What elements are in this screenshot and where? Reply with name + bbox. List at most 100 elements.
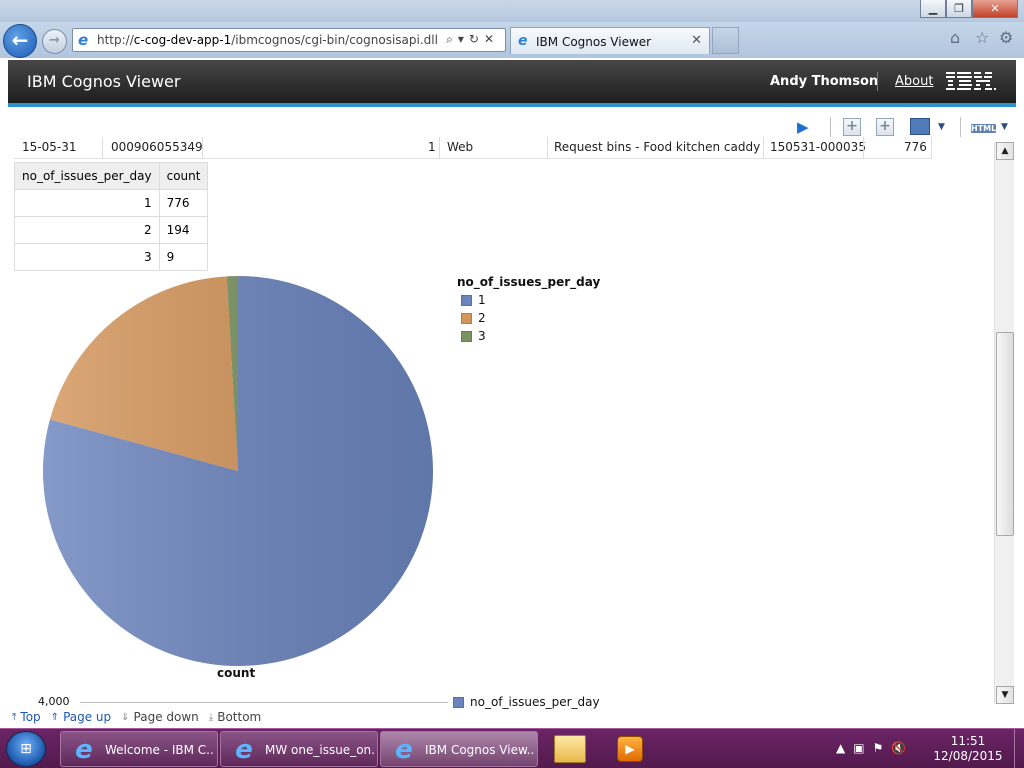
gear-icon[interactable]: ⚙ — [999, 28, 1013, 47]
browser-tab[interactable]: e IBM Cognos Viewer ✕ — [510, 27, 710, 54]
scroll-down-icon[interactable]: ▼ — [996, 686, 1014, 704]
ie-tab-icon: e — [518, 33, 528, 49]
chart-axis-line — [80, 702, 448, 703]
back-arrow-icon[interactable]: ← — [3, 24, 37, 58]
cell-divider — [863, 137, 864, 159]
windows-taskbar: ⊞ e Welcome - IBM C... e MW one_issue_on… — [0, 728, 1024, 768]
legend-item: 1 — [457, 291, 600, 309]
vertical-scrollbar[interactable]: ▲ ▼ — [994, 142, 1014, 704]
count-cell: 9 — [158, 243, 209, 271]
cell-divider — [102, 137, 103, 159]
url-scheme: http:// — [97, 33, 134, 47]
header-divider — [877, 72, 878, 91]
pie-chart — [43, 276, 434, 666]
stop-icon[interactable]: ✕ — [484, 32, 499, 46]
address-bar[interactable]: e http://c-cog-dev-app-1/ibmcognos/cgi-b… — [72, 28, 506, 52]
folder-icon[interactable] — [554, 735, 586, 763]
taskbar-item-label: MW one_issue_on... — [265, 743, 375, 757]
page-up-link[interactable]: ⇑ Page up — [51, 710, 111, 724]
legend-title: no_of_issues_per_day — [457, 275, 601, 289]
window-controls: ▁ ❐ ✕ — [920, 0, 1018, 18]
crosstab-header-row: no_of_issues_per_day count — [14, 162, 209, 190]
action-center-icon[interactable]: ⚑ — [873, 741, 892, 755]
url-host: c-cog-dev-app-1 — [133, 33, 232, 47]
top-label: Top — [20, 710, 41, 724]
bottom-label: Bottom — [217, 710, 262, 724]
page-down-link[interactable]: ⇓ Page down — [121, 710, 199, 724]
ie-icon: e — [235, 735, 253, 765]
issues-cell: 1 — [14, 189, 160, 217]
about-link[interactable]: About — [895, 74, 933, 89]
minimize-button[interactable]: ▁ — [920, 0, 946, 18]
taskbar-item[interactable]: e Welcome - IBM C... — [60, 731, 218, 767]
first-page-icon: ⤒ — [12, 711, 17, 723]
row-request: Request bins - Food kitchen caddy — [554, 140, 761, 154]
html-format-icon[interactable]: HTML — [971, 118, 997, 136]
home-icon[interactable]: ⌂ — [950, 28, 960, 47]
legend-swatch — [461, 312, 472, 324]
taskbar-item[interactable]: e IBM Cognos View... — [380, 731, 538, 767]
issues-cell: 3 — [14, 243, 160, 271]
start-button[interactable]: ⊞ — [6, 731, 46, 767]
taskbar-item[interactable]: e MW one_issue_on... — [220, 731, 378, 767]
tray-expand-icon[interactable]: ▲ — [836, 741, 853, 755]
show-desktop-button[interactable] — [1014, 729, 1024, 768]
chevron-down-icon[interactable]: ▼ — [938, 118, 945, 136]
clock-date: 12/08/2015 — [933, 749, 1003, 763]
row-id: 000906055349 — [111, 140, 203, 154]
cell-divider — [547, 137, 548, 159]
toolbar-divider — [830, 117, 831, 137]
table-row: 2 194 — [14, 216, 209, 244]
top-link[interactable]: ⤒ Top — [12, 710, 41, 724]
column-header: no_of_issues_per_day — [14, 162, 160, 190]
column-header: count — [158, 162, 209, 190]
app-title: IBM Cognos Viewer — [27, 72, 181, 91]
chevron-down-icon[interactable]: ▼ — [1001, 118, 1008, 136]
list-row: 15-05-31 000906055349 1 Web Request bins… — [14, 137, 932, 159]
clock-time: 11:51 — [950, 734, 986, 748]
issues-cell: 2 — [14, 216, 160, 244]
user-name: Andy Thomson — [770, 74, 879, 89]
cognos-header: IBM Cognos Viewer Andy Thomson About — [8, 60, 1016, 103]
system-clock[interactable]: 11:51 12/08/2015 — [932, 734, 1004, 764]
ie-page-icon: e — [78, 31, 89, 49]
new-tab-button[interactable] — [712, 27, 739, 54]
browser-navbar: ← → e http://c-cog-dev-app-1/ibmcognos/c… — [0, 22, 1024, 58]
add-to-portal-icon[interactable]: + — [843, 118, 861, 136]
network-icon[interactable]: ▣ — [853, 741, 872, 755]
legend-swatch — [461, 294, 472, 306]
report-pager: ⤒ Top ⇑ Page up ⇓ Page down ⤓ Bottom — [12, 707, 992, 727]
legend-swatch — [453, 696, 464, 708]
volume-icon[interactable]: 🔇 — [891, 741, 914, 755]
bottom-link[interactable]: ⤓ Bottom — [209, 710, 261, 724]
cell-divider — [202, 137, 203, 159]
taskbar-item-label: Welcome - IBM C... — [105, 743, 215, 757]
search-icon[interactable]: ⌕ — [446, 32, 458, 46]
star-icon[interactable]: ☆ — [975, 28, 989, 47]
ie-icon: e — [75, 735, 93, 765]
maximize-button[interactable]: ❐ — [946, 0, 972, 18]
scroll-up-icon[interactable]: ▲ — [996, 142, 1014, 160]
table-row: 1 776 — [14, 189, 209, 217]
close-window-button[interactable]: ✕ — [972, 0, 1018, 18]
legend-swatch — [461, 330, 472, 342]
forward-arrow-icon[interactable]: → — [42, 29, 67, 54]
row-count: 1 — [428, 140, 436, 154]
media-player-icon[interactable]: ▶ — [617, 736, 643, 762]
chart-view-icon[interactable] — [910, 118, 930, 135]
address-url[interactable]: http://c-cog-dev-app-1/ibmcognos/cgi-bin… — [97, 33, 438, 47]
count-cell: 194 — [158, 216, 209, 244]
refresh-icon[interactable]: ↻ — [469, 32, 484, 46]
add-view-icon[interactable]: + — [876, 118, 894, 136]
legend-label: 1 — [478, 293, 486, 307]
last-page-icon: ⤓ — [208, 711, 214, 723]
page-up-label: Page up — [63, 710, 112, 724]
scroll-thumb[interactable] — [996, 332, 1014, 536]
row-case-ref: 150531-000035 — [770, 140, 866, 154]
dropdown-icon[interactable]: ▾ — [458, 32, 469, 46]
run-report-icon[interactable]: ▶ — [797, 118, 809, 136]
table-row: 3 9 — [14, 243, 209, 271]
page-down-icon: ⇓ — [121, 711, 130, 723]
tab-close-icon[interactable]: ✕ — [691, 33, 702, 48]
row-date: 15-05-31 — [22, 140, 77, 154]
